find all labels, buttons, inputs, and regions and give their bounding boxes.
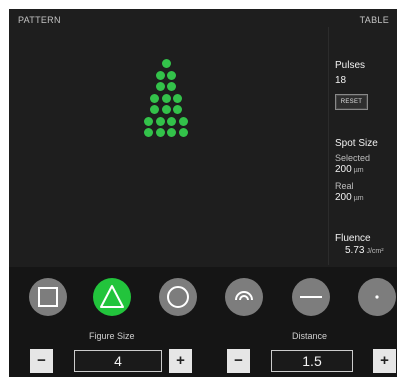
selected-label: Selected xyxy=(335,153,371,163)
figure-arc-button[interactable] xyxy=(225,278,263,316)
distance-value: 1.5 xyxy=(271,350,353,372)
arc-icon xyxy=(235,291,253,301)
pulses-label: Pulses xyxy=(335,60,366,71)
pattern-preview xyxy=(9,27,327,267)
figure-circle-button[interactable] xyxy=(159,278,197,316)
figure-toolbar: Figure Size − 4 + Distance − 1.5 + xyxy=(9,267,397,377)
selected-value: 200 xyxy=(335,164,352,175)
figure-triangle-button[interactable] xyxy=(93,278,131,316)
pattern-dot xyxy=(144,128,154,137)
figure-size-value: 4 xyxy=(74,350,162,372)
real-spot-size: 200 µm xyxy=(335,192,364,203)
fluence-unit: J/cm² xyxy=(366,248,384,255)
pattern-dot xyxy=(167,128,177,137)
real-value: 200 xyxy=(335,192,352,203)
figure-size-decrease-button[interactable]: − xyxy=(30,349,53,373)
pattern-dot xyxy=(161,59,171,68)
real-label: Real xyxy=(335,181,354,191)
pattern-dot xyxy=(173,105,182,114)
pattern-section-title: PATTERN xyxy=(18,15,61,25)
real-unit: µm xyxy=(353,195,364,202)
figure-size-increase-button[interactable]: + xyxy=(169,349,192,373)
square-icon xyxy=(38,287,58,307)
fluence-label: Fluence xyxy=(335,233,371,244)
pattern-dot xyxy=(167,82,177,91)
fluence-value: 5.73 xyxy=(345,245,365,256)
triangle-icon xyxy=(100,285,124,308)
pattern-dot xyxy=(173,93,182,103)
table-panel: Pulses 18 RESET Spot Size Selected 200 µm… xyxy=(333,27,397,267)
figure-line-button[interactable] xyxy=(292,278,330,316)
panel-divider xyxy=(328,27,329,265)
pattern-dot xyxy=(155,82,165,91)
pattern-dot xyxy=(150,105,159,114)
pattern-dot xyxy=(178,116,188,126)
app-window: PATTERN TABLE Pulses 18 RESET Spot Size … xyxy=(9,9,397,377)
dot-icon xyxy=(375,295,379,299)
circle-icon xyxy=(167,286,189,308)
line-icon xyxy=(300,296,322,298)
reset-button[interactable]: RESET xyxy=(335,94,368,110)
pattern-dot xyxy=(167,70,177,80)
figure-size-label: Figure Size xyxy=(89,331,135,341)
pattern-dot xyxy=(178,128,188,137)
distance-label: Distance xyxy=(292,331,328,341)
figure-square-button[interactable] xyxy=(29,278,67,316)
pattern-dot xyxy=(161,105,171,114)
pattern-dot xyxy=(155,128,165,137)
distance-increase-button[interactable]: + xyxy=(373,349,396,373)
table-section-title: TABLE xyxy=(359,15,389,25)
pulses-value: 18 xyxy=(335,75,347,86)
selected-spot-size: 200 µm xyxy=(335,164,364,175)
pattern-dot xyxy=(155,70,165,80)
fluence-readout: 5.73 J/cm² xyxy=(345,245,384,256)
pattern-dot xyxy=(155,116,165,126)
pattern-dot xyxy=(144,116,154,126)
pattern-dot xyxy=(150,93,159,103)
pattern-dot xyxy=(161,93,171,103)
distance-decrease-button[interactable]: − xyxy=(227,349,250,373)
selected-unit: µm xyxy=(353,167,364,174)
pattern-dot xyxy=(167,116,177,126)
figure-dot-button[interactable] xyxy=(358,278,396,316)
spot-size-label: Spot Size xyxy=(335,138,378,149)
